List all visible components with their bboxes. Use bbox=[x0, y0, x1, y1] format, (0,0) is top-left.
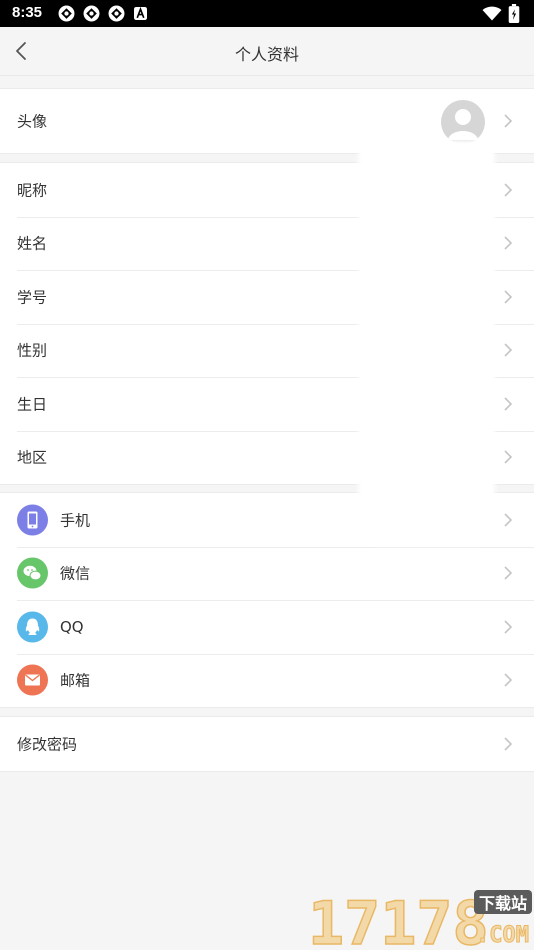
status-bar: 8:35 bbox=[0, 0, 534, 27]
chevron-right-icon bbox=[504, 566, 513, 580]
chevron-right-icon bbox=[504, 114, 513, 128]
region-label: 地区 bbox=[17, 448, 48, 467]
wechat-icon bbox=[17, 557, 48, 589]
chevron-right-icon bbox=[504, 450, 513, 464]
chevron-right-icon bbox=[504, 290, 513, 304]
default-avatar-icon bbox=[448, 109, 478, 140]
chevron-right-icon bbox=[504, 397, 513, 411]
navigation-bar: 个人资料 bbox=[0, 27, 534, 76]
watermark-domain: .COM bbox=[476, 923, 529, 948]
notification-icon bbox=[108, 5, 125, 22]
email-row[interactable]: 邮箱 bbox=[0, 653, 534, 708]
avatar[interactable] bbox=[441, 100, 485, 144]
chevron-right-icon bbox=[504, 343, 513, 357]
mail-icon bbox=[17, 664, 48, 696]
avatar-label: 头像 bbox=[17, 112, 48, 131]
app-notification-icon bbox=[134, 7, 147, 20]
gender-label: 性别 bbox=[17, 341, 48, 360]
phone-label: 手机 bbox=[60, 511, 91, 530]
page-title: 个人资料 bbox=[234, 45, 299, 64]
change-password-row[interactable]: 修改密码 bbox=[0, 717, 534, 771]
chevron-right-icon bbox=[504, 236, 513, 250]
watermark-site: 下载站 bbox=[479, 894, 527, 913]
email-label: 邮箱 bbox=[60, 671, 91, 690]
watermark-number: 17178 bbox=[308, 889, 489, 950]
notification-icon bbox=[83, 5, 100, 22]
qq-icon bbox=[17, 611, 48, 643]
chevron-right-icon bbox=[504, 183, 513, 197]
change-password-label: 修改密码 bbox=[17, 735, 78, 754]
watermark-logo: 17178 下载站 .COM bbox=[308, 888, 532, 950]
status-time: 8:35 bbox=[12, 4, 43, 21]
name-label: 姓名 bbox=[17, 234, 48, 253]
battery-icon bbox=[508, 4, 520, 23]
chevron-right-icon bbox=[504, 673, 513, 687]
chevron-right-icon bbox=[504, 513, 513, 527]
wechat-row[interactable]: 微信 bbox=[0, 546, 534, 601]
qq-row[interactable]: QQ bbox=[0, 600, 534, 654]
wifi-icon bbox=[482, 6, 502, 21]
qq-label: QQ bbox=[60, 617, 84, 636]
wechat-label: 微信 bbox=[60, 564, 91, 583]
phone-icon bbox=[17, 504, 48, 536]
security-section: 修改密码 bbox=[0, 716, 534, 772]
redaction-mask bbox=[358, 140, 495, 545]
birthday-label: 生日 bbox=[17, 395, 48, 414]
nickname-label: 昵称 bbox=[17, 181, 48, 200]
chevron-right-icon bbox=[504, 620, 513, 634]
chevron-right-icon bbox=[504, 737, 513, 751]
student-id-label: 学号 bbox=[17, 288, 48, 307]
notification-icon bbox=[58, 5, 75, 22]
